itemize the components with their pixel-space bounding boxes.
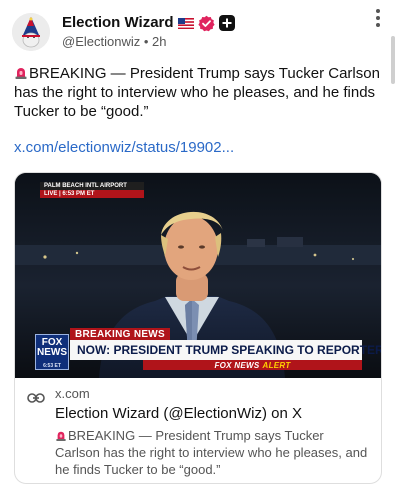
post-body: BREAKING — President Trump says Tucker C… xyxy=(14,64,380,121)
location-label: PALM BEACH INTL AIRPORT xyxy=(40,182,144,190)
card-title[interactable]: Election Wizard (@ElectionWiz) on X xyxy=(55,404,371,423)
plus-badge-icon xyxy=(218,15,235,32)
post-meta: Election Wizard @Electionwiz • 2h xyxy=(62,14,384,50)
scrollbar[interactable] xyxy=(391,36,395,84)
card-image[interactable]: PALM BEACH INTL AIRPORT LIVE | 6:53 PM E… xyxy=(15,173,381,378)
card-description: BREAKING — President Trump says Tucker C… xyxy=(55,427,371,478)
handle-row: @Electionwiz • 2h xyxy=(62,34,384,50)
post-link[interactable]: x.com/electionwiz/status/19902... xyxy=(14,139,234,156)
network-name: FOX NEWS xyxy=(214,360,260,370)
news-alert-bar: FOX NEWS ALERT xyxy=(143,360,362,370)
siren-icon xyxy=(56,431,66,441)
post-time[interactable]: 2h xyxy=(152,34,166,49)
wizard-avatar-icon xyxy=(12,13,50,51)
post-header: Election Wizard @Electionwiz • 2h xyxy=(12,12,384,52)
post-body-text: BREAKING — President Trump says Tucker C… xyxy=(14,65,380,120)
verified-badge-icon xyxy=(197,15,215,32)
card-domain: x.com xyxy=(55,386,90,401)
handle[interactable]: @Electionwiz xyxy=(62,34,140,49)
card-description-text: BREAKING — President Trump says Tucker C… xyxy=(55,428,368,477)
news-headline: NOW: PRESIDENT TRUMP SPEAKING TO REPORTE… xyxy=(70,340,381,360)
alert-label: ALERT xyxy=(262,360,291,370)
siren-icon xyxy=(15,68,27,79)
location-tag: PALM BEACH INTL AIRPORT LIVE | 6:53 PM E… xyxy=(40,182,144,198)
name-row: Election Wizard xyxy=(62,14,384,32)
us-flag-icon xyxy=(177,17,194,29)
link-preview-card[interactable]: PALM BEACH INTL AIRPORT LIVE | 6:53 PM E… xyxy=(14,172,382,484)
avatar[interactable] xyxy=(12,13,50,51)
display-name[interactable]: Election Wizard xyxy=(62,14,174,32)
card-meta: x.com Election Wizard (@ElectionWiz) on … xyxy=(15,386,381,478)
more-vertical-icon[interactable] xyxy=(368,8,388,28)
fox-news-logo: FOX NEWS 6:53 ET xyxy=(35,334,69,370)
post-container: Election Wizard @Electionwiz • 2h BREAKI… xyxy=(0,0,396,500)
live-label: LIVE | 6:53 PM ET xyxy=(40,190,144,198)
separator: • xyxy=(143,34,149,50)
